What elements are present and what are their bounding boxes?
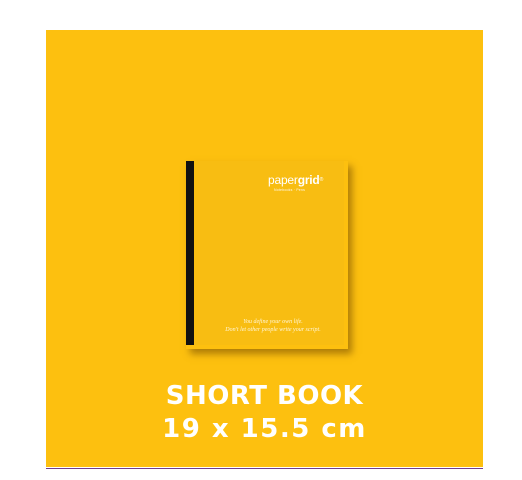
notebook-cover: papergrid® Notebooks · Pens You define y…: [186, 161, 344, 345]
product-image: papergrid® Notebooks · Pens You define y…: [0, 0, 522, 480]
papergrid-logo: papergrid®: [268, 174, 323, 186]
divider-line: [46, 468, 483, 480]
logo-word-grid: grid: [297, 173, 320, 187]
cover-quote-line-2: Don't let other people write your script…: [225, 327, 321, 333]
logo-tagline: Notebooks · Pens: [274, 188, 306, 192]
registered-mark: ®: [319, 177, 324, 183]
cover-quote-line-1: You define your own life.: [243, 319, 303, 325]
logo-word-paper: paper: [268, 173, 298, 187]
product-size: 19 x 15.5 cm: [162, 414, 367, 444]
product-title: SHORT BOOK: [165, 381, 364, 411]
notebook-spine: [186, 161, 194, 345]
